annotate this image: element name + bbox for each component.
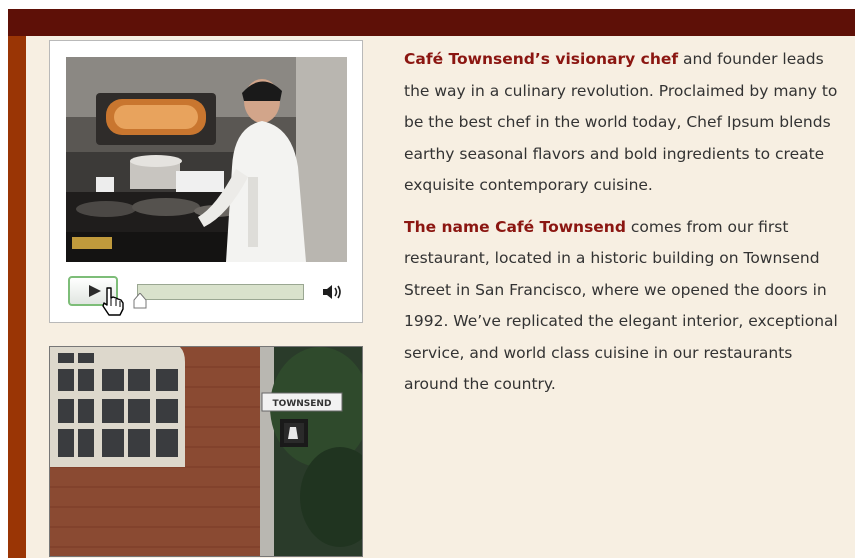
scrubber-handle[interactable] [133, 293, 147, 309]
chef-heading: Café Townsend’s visionary chef [404, 50, 679, 68]
name-heading: The name Café Townsend [404, 217, 626, 236]
street-sign-text: TOWNSEND [273, 399, 332, 409]
video-player [49, 40, 363, 323]
speaker-icon[interactable] [321, 283, 343, 301]
article-text: Café Townsend’s visionary chef and found… [404, 44, 850, 411]
paragraph-chef: Café Townsend’s visionary chef and found… [404, 44, 850, 202]
video-controls [66, 273, 347, 316]
hand-pointer-icon [102, 287, 124, 316]
name-body: comes from our first restaurant, located… [404, 217, 838, 394]
progress-track[interactable] [137, 284, 304, 300]
left-accent-strip [8, 36, 26, 558]
chef-body: and founder leads the way in a culinary … [404, 50, 838, 194]
street-scene: TOWNSEND [50, 347, 362, 556]
header-bar [8, 9, 855, 36]
paragraph-name: The name Café Townsend comes from our fi… [404, 212, 850, 401]
chef-kitchen-video-still [66, 57, 347, 262]
video-frame[interactable] [66, 57, 347, 262]
townsend-street-photo: TOWNSEND [49, 346, 363, 557]
